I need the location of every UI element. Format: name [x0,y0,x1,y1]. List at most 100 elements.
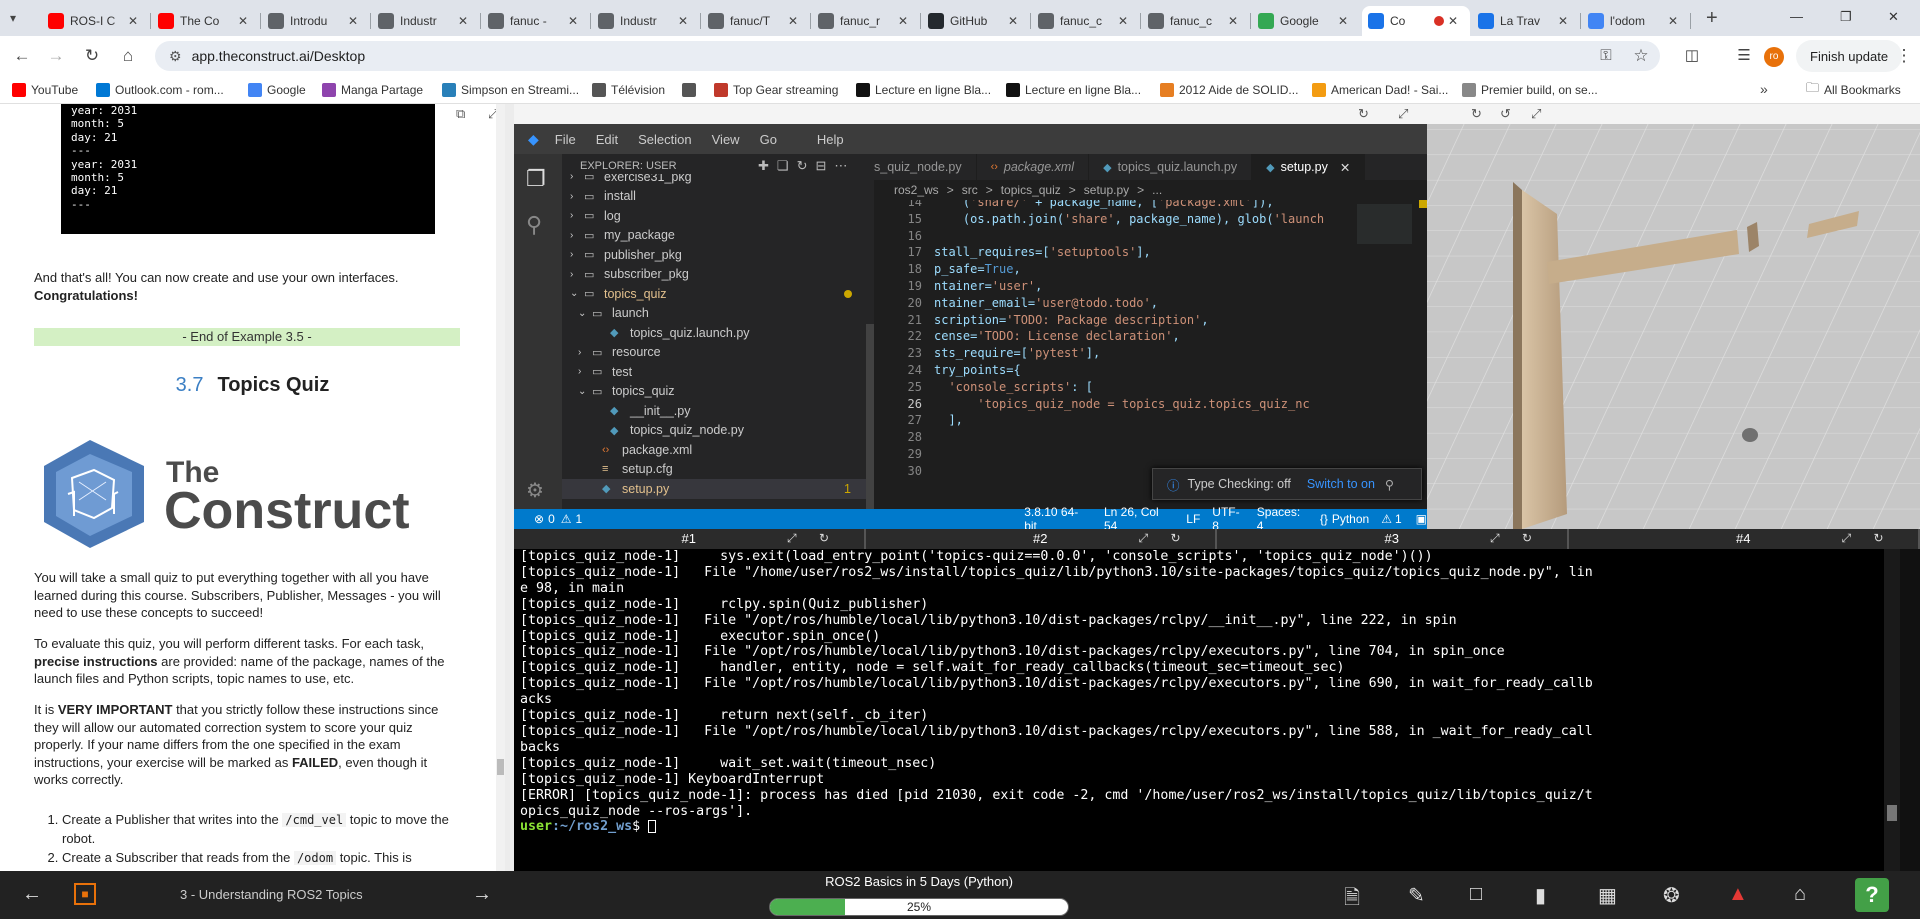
help-button[interactable]: ? [1855,878,1889,912]
warning-count[interactable]: 1 [576,512,583,526]
browser-tab[interactable]: fanuc_c ✕ [1032,6,1140,36]
file-tree-item[interactable]: › ▭ exercise31_pkg [562,174,874,187]
close-tab-icon[interactable]: ✕ [1008,14,1024,28]
browser-tab[interactable]: fanuc_c ✕ [1142,6,1250,36]
terminal-output[interactable]: [topics_quiz_node-1] sys.exit(load_entry… [514,549,1884,871]
file-tree-item[interactable]: ⌄ ▭ topics_quiz [562,284,874,304]
browser-tab[interactable]: The Co ✕ [152,6,260,36]
browser-tab[interactable]: ROS-I C ✕ [42,6,150,36]
close-tab-icon[interactable]: ✕ [458,14,474,28]
line-ending[interactable]: LF [1186,512,1200,526]
menu-edit[interactable]: Edit [596,132,618,147]
file-tree-item[interactable]: ◆ topics_quiz.launch.py [562,323,874,343]
gazebo-simulation-view[interactable]: ↻ ↺ ⤢ [1427,104,1920,529]
restore-window-icon[interactable]: ❐ [1840,9,1852,25]
file-tree-item[interactable]: ◆ __init__.py [562,401,874,421]
bookmark-item[interactable]: Simpson en Streami... [442,80,579,100]
bookmark-item[interactable]: Google [248,80,306,100]
more-bookmarks-icon[interactable]: » [1760,81,1768,97]
bookmark-item[interactable]: Outlook.com - rom... [96,80,224,100]
collapse-all-icon[interactable]: ⊟ [815,158,834,173]
close-tab-icon[interactable]: ✕ [1338,14,1354,28]
minimap[interactable] [1357,204,1412,244]
file-tree-item[interactable]: › ▭ resource [562,343,874,363]
browser-tab[interactable]: fanuc/T ✕ [702,6,810,36]
tab-search-icon[interactable]: ▾ [10,11,16,25]
language-mode[interactable]: Python [1332,512,1369,526]
bookmark-item[interactable]: Télévision [592,80,665,100]
open-external-icon[interactable]: ⧉ [456,106,465,122]
bookmark-item[interactable] [682,80,701,100]
switch-on-link[interactable]: Switch to on [1307,477,1375,491]
ide-maximize-icon[interactable]: ⤢ [1398,106,1408,122]
pin-icon[interactable]: ⚲ [1385,477,1394,492]
notebook-scrollbar[interactable] [496,104,505,871]
file-tree-item[interactable]: ≡ setup.cfg [562,460,874,480]
browser-menu-icon[interactable]: ⋮ [1890,42,1918,70]
file-tree-item[interactable]: ⌄ ▭ launch [562,304,874,324]
close-tab-icon[interactable]: ✕ [238,14,254,28]
terminal-tab[interactable]: #1 ⤢ ↻ [514,529,866,549]
browser-tab[interactable]: Co ✕ [1362,6,1470,36]
file-tree-item[interactable]: › ▭ publisher_pkg [562,245,874,265]
terminal-scrollbar[interactable] [1884,549,1900,871]
bookmark-item[interactable]: Top Gear streaming [714,80,838,100]
extensions-icon[interactable]: ◫ [1678,42,1706,70]
editor-tab[interactable]: ‹› package.xml [977,154,1090,180]
explorer-files-icon[interactable]: ❐ [526,166,546,192]
browser-tab[interactable]: Introdu ✕ [262,6,370,36]
file-tree-item[interactable]: ◆ topics_quiz_node.py [562,421,874,441]
file-tree-item[interactable]: ⌄ ▭ topics_quiz [562,382,874,402]
menu-selection[interactable]: Selection [638,132,691,147]
unit-title[interactable]: 3 - Understanding ROS2 Topics [180,887,363,902]
bookmark-item[interactable]: Manga Partage [322,80,423,100]
bookmark-item[interactable]: YouTube [12,80,78,100]
editor-tab[interactable]: ◆ setup.py ✕ [1252,154,1366,180]
file-tree-item[interactable]: › ▭ log [562,206,874,226]
warning-report-icon[interactable]: ▲ [1728,883,1748,906]
breadcrumb-item[interactable]: ... [1152,183,1162,197]
notifications-bell-icon[interactable]: ▣ [1416,512,1427,526]
file-tree-item[interactable]: ◆ setup.py 1 [562,479,874,499]
code-editor[interactable]: 14 ('share/' + package_name, ['package.x… [874,200,1427,500]
breadcrumb-item[interactable]: setup.py [1084,183,1129,197]
notes-icon[interactable]: 🗎 [1344,883,1360,917]
close-tab-icon[interactable]: ✕ [128,14,144,28]
close-tab-icon[interactable]: ✕ [1118,14,1134,28]
terminal-reload-icon[interactable]: ↻ [819,531,829,545]
browser-tab[interactable]: fanuc - ✕ [482,6,590,36]
search-icon[interactable]: ⚲ [526,212,542,238]
editor-tab[interactable]: ◆ topics_quiz.launch.py [1089,154,1253,180]
terminal-maximize-icon[interactable]: ⤢ [1490,531,1500,546]
ai-assistant-icon[interactable]: ❂ [1663,883,1680,908]
book-icon[interactable]: ▮ [1535,883,1546,908]
explorer-more-icon[interactable]: ⋯ [834,158,855,173]
warning-icon[interactable]: ⚠ [561,512,572,526]
menu-go[interactable]: Go [760,132,777,147]
terminal-tab[interactable]: #4 ⤢ ↻ [1569,529,1920,549]
terminal-scroll-thumb[interactable] [1887,805,1897,821]
terminal-tab[interactable]: #2 ⤢ ↻ [866,529,1217,549]
media-controls-icon[interactable]: ☰ [1730,42,1758,70]
new-folder-icon[interactable]: ❏ [777,158,797,173]
bookmark-item[interactable]: American Dad! - Sai... [1312,80,1448,100]
breadcrumb-item[interactable]: topics_quiz [1001,183,1061,197]
terminal-tab[interactable]: #3 ⤢ ↻ [1217,529,1569,549]
menu-file[interactable]: File [555,132,576,147]
address-bar[interactable]: ⚙ app.theconstruct.ai/Desktop [155,41,1660,71]
editor-tab[interactable]: s_quiz_node.py [874,154,977,180]
gazebo-maximize-icon[interactable]: ⤢ [1531,106,1541,122]
bookmark-star-icon[interactable]: ☆ [1627,42,1655,70]
browser-tab[interactable]: l'odom ✕ [1582,6,1690,36]
all-bookmarks-button[interactable]: 🗀 All Bookmarks [1806,80,1901,100]
file-tree-item[interactable]: › ▭ subscriber_pkg [562,265,874,285]
notebook-scroll-thumb[interactable] [497,759,504,775]
terminal-prompt[interactable]: user:~/ros2_ws$ [520,819,1884,835]
terminal-maximize-icon[interactable]: ⤢ [1842,531,1852,546]
explorer-scrollbar[interactable] [866,324,874,509]
close-tab-icon[interactable]: ✕ [348,14,364,28]
grid-layout-icon[interactable]: ▦ [1598,883,1617,908]
terminal-reload-icon[interactable]: ↻ [1522,531,1532,545]
password-key-icon[interactable]: ⚿ [1592,42,1620,70]
breadcrumb-item[interactable]: ros2_ws [894,183,939,197]
